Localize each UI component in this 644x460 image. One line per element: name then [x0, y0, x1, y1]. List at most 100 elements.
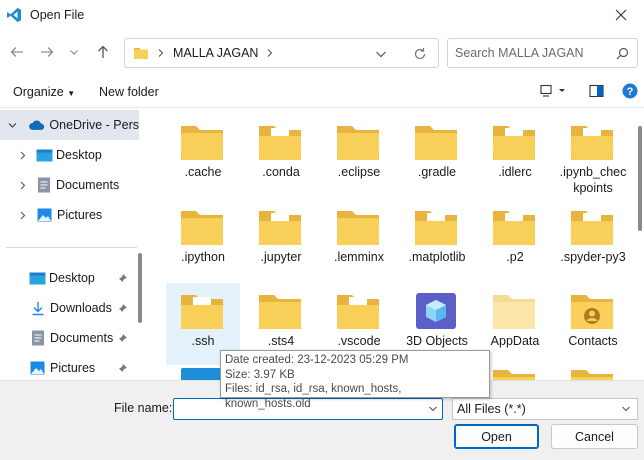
close-button[interactable] — [598, 0, 644, 30]
address-bar[interactable]: MALLA JAGAN — [124, 38, 439, 68]
folder-icon — [181, 126, 223, 160]
folder-item[interactable]: .matplotlib — [400, 199, 474, 281]
pin-icon[interactable] — [118, 363, 128, 373]
folder-item[interactable]: .conda — [244, 114, 318, 196]
recent-locations-button[interactable] — [63, 40, 85, 64]
tooltip-size: Size: 3.97 KB — [225, 368, 295, 381]
desktop-icon — [36, 149, 53, 161]
folder-item[interactable]: .eclipse — [322, 114, 396, 196]
search-box[interactable] — [447, 38, 638, 68]
folder-icon — [181, 211, 223, 245]
chevron-right-icon — [20, 151, 26, 159]
open-button[interactable]: Open — [454, 424, 539, 449]
folder-name-wrapped: .ipynb_checkpoints — [559, 165, 627, 195]
cancel-button[interactable]: Cancel — [551, 424, 638, 449]
folder-name-wrapped: .spyder-py3 — [560, 250, 626, 264]
pictures-icon — [30, 361, 45, 375]
pin-icon[interactable] — [118, 303, 128, 313]
sidebar-item-documents[interactable]: Documents — [0, 170, 139, 200]
quick-access-documents[interactable]: Documents — [0, 323, 139, 353]
view-icon — [540, 84, 565, 97]
folder-with-files-icon — [259, 211, 301, 245]
chevron-right-icon — [158, 49, 164, 57]
folder-with-files-icon — [259, 126, 301, 160]
folder-item[interactable]: .idlerc — [478, 114, 552, 196]
cloud-icon — [28, 120, 44, 130]
folder-with-files-icon — [415, 211, 457, 245]
desktop-icon — [29, 272, 46, 284]
folder-item[interactable]: .jupyter — [244, 199, 318, 281]
chevron-down-icon — [70, 50, 78, 55]
arrow-left-icon — [10, 47, 23, 57]
refresh-icon[interactable] — [413, 47, 427, 61]
folder-item[interactable]: Contacts — [556, 283, 630, 365]
folder-icon — [493, 370, 535, 380]
svg-text:?: ? — [627, 86, 634, 98]
quick-access-pictures[interactable]: Pictures — [0, 353, 139, 380]
folder-item[interactable]: .ipython — [166, 199, 240, 281]
folder-item[interactable]: .spyder-py3 — [556, 199, 630, 281]
folder-item[interactable]: .p2 — [478, 199, 552, 281]
back-button[interactable] — [6, 40, 28, 64]
preview-pane-button[interactable] — [589, 84, 604, 101]
chevron-down-icon — [8, 122, 17, 128]
quick-access-downloads[interactable]: Downloads — [0, 293, 139, 323]
download-icon — [32, 301, 44, 315]
pin-icon[interactable] — [118, 273, 128, 283]
help-icon: ? — [622, 83, 638, 99]
folder-with-files-icon — [493, 211, 535, 245]
folder-with-files-icon — [493, 126, 535, 160]
arrow-right-icon — [41, 47, 54, 57]
search-icon — [616, 47, 629, 60]
quick-access-desktop[interactable]: Desktop — [0, 263, 139, 293]
chevron-down-icon — [622, 406, 630, 412]
chevron-right-icon — [268, 49, 273, 57]
documents-icon — [32, 330, 44, 346]
folder-icon — [259, 295, 301, 329]
new-folder-button[interactable]: New folder — [99, 85, 159, 99]
folder-blue-icon — [181, 368, 223, 380]
folder-icon — [337, 211, 379, 245]
file-name-label: File name: — [114, 401, 173, 415]
vscode-logo-icon — [7, 8, 21, 22]
address-dropdown-icon[interactable] — [375, 49, 387, 59]
folder-with-files-icon — [571, 211, 613, 245]
folder-item[interactable]: .gradle — [400, 114, 474, 196]
chevron-right-icon — [20, 211, 26, 219]
pictures-icon — [37, 208, 52, 222]
organize-menu[interactable]: Organize ▼ — [13, 85, 75, 99]
contacts-folder-icon — [571, 295, 613, 329]
favorites-folder-icon — [571, 370, 613, 380]
chevron-right-icon — [20, 181, 26, 189]
pin-icon[interactable] — [118, 333, 128, 343]
view-options-button[interactable] — [540, 84, 566, 101]
navigation-bar: MALLA JAGAN — [0, 30, 644, 74]
title-bar: Open File — [0, 0, 644, 30]
search-input[interactable] — [455, 46, 605, 60]
documents-icon — [38, 177, 50, 193]
close-icon — [615, 9, 627, 21]
folder-light-icon — [493, 295, 535, 329]
sidebar-item-onedrive[interactable]: OneDrive - Pers — [0, 110, 139, 140]
navigation-pane[interactable]: OneDrive - Pers Desktop Documents Pictur… — [0, 108, 147, 380]
folder-item[interactable]: .ipynb_checkpoints — [556, 114, 630, 196]
file-list[interactable]: .cache .conda .eclipse .gradle .idlerc .… — [150, 108, 644, 380]
breadcrumb-folder[interactable]: MALLA JAGAN — [173, 46, 258, 60]
folder-item[interactable]: .lemminx — [322, 199, 396, 281]
folder-with-files-icon — [337, 295, 379, 329]
folder-with-files-icon — [181, 295, 223, 329]
help-button[interactable]: ? — [622, 83, 638, 102]
folder-with-files-icon — [571, 126, 613, 160]
forward-button[interactable] — [36, 40, 58, 64]
folder-tooltip: Date created: 23-12-2023 05:29 PM Size: … — [220, 350, 490, 410]
sidebar-item-desktop[interactable]: Desktop — [0, 140, 139, 170]
window-title: Open File — [30, 8, 85, 22]
folder-icon — [337, 126, 379, 160]
file-list-scrollbar[interactable] — [638, 126, 642, 231]
up-button[interactable] — [92, 40, 114, 64]
folder-item-partial[interactable] — [556, 358, 630, 380]
folder-icon — [415, 126, 457, 160]
arrow-up-icon — [98, 45, 108, 58]
sidebar-item-pictures[interactable]: Pictures — [0, 200, 139, 230]
folder-item[interactable]: .cache — [166, 114, 240, 196]
